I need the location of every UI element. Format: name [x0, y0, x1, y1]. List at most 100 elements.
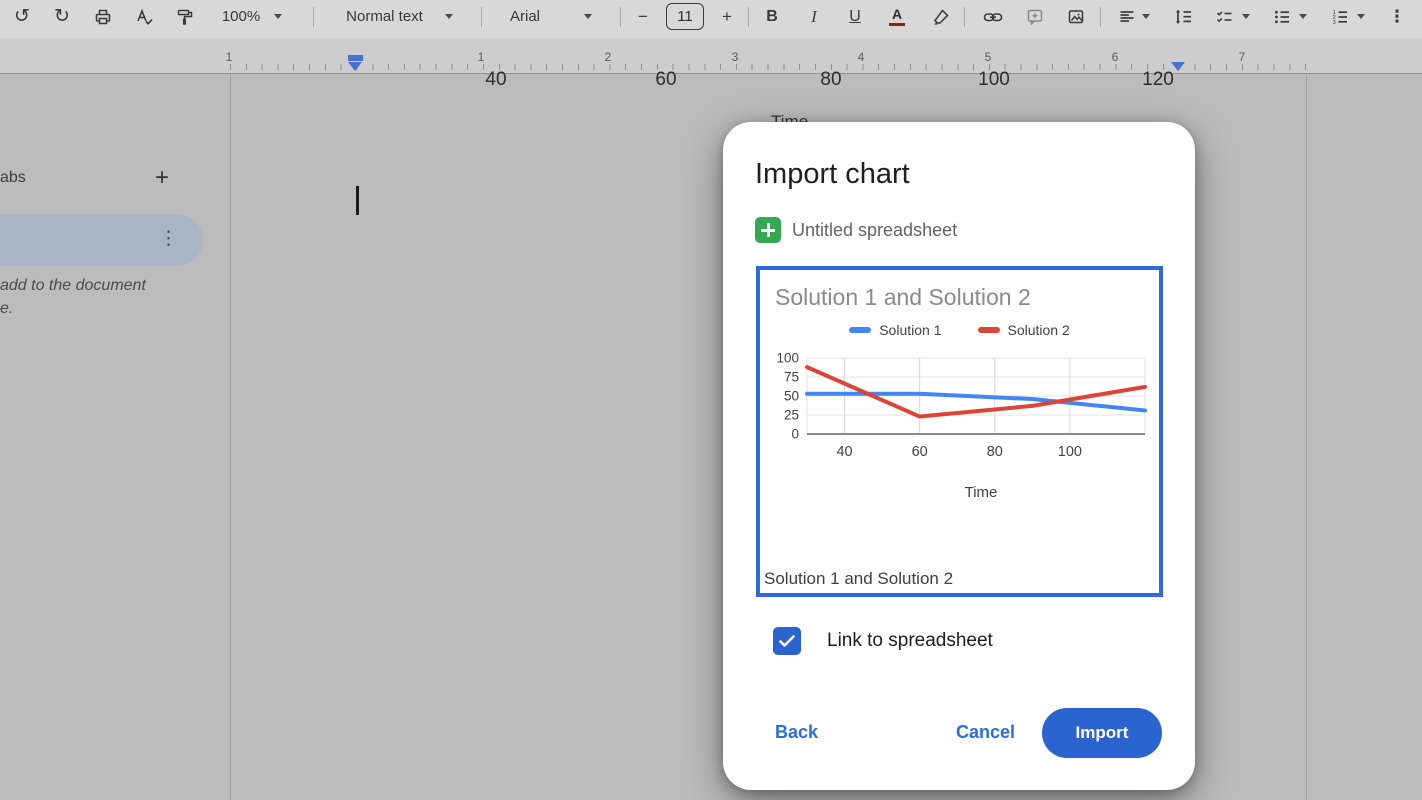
legend-label: Solution 2 [1008, 322, 1070, 338]
background-chart-x-label: 60 [655, 69, 676, 91]
legend-item: Solution 1 [849, 322, 941, 338]
tabs-panel-heading: abs [0, 169, 26, 187]
ruler-number: 2 [605, 50, 612, 64]
toolbar-separator [313, 7, 314, 27]
text-color-swatch [889, 23, 905, 27]
google-sheets-icon [755, 217, 781, 243]
chevron-down-icon [1357, 14, 1365, 19]
chart-plot: 0 25 50 75 100 40 60 80 100 Time [760, 270, 1159, 593]
ruler-number: 5 [985, 50, 992, 64]
svg-text:25: 25 [784, 408, 799, 423]
chart-legend: Solution 1 Solution 2 [760, 322, 1159, 338]
cancel-button[interactable]: Cancel [956, 722, 1015, 743]
page-left-edge [230, 75, 231, 800]
spreadsheet-name: Untitled spreadsheet [792, 220, 957, 241]
legend-swatch [849, 327, 871, 333]
first-line-indent-marker[interactable] [348, 55, 363, 61]
background-chart-x-label: 120 [1142, 69, 1174, 91]
svg-text:80: 80 [987, 444, 1003, 460]
import-chart-dialog: Import chart Untitled spreadsheet 0 25 50 7… [723, 122, 1195, 790]
tabs-hint-text: add to the document [0, 277, 146, 295]
toolbar-separator [620, 7, 621, 27]
background-chart-x-label: 80 [820, 69, 841, 91]
legend-label: Solution 1 [879, 322, 941, 338]
checklist-select[interactable] [1208, 0, 1256, 33]
source-spreadsheet-row: Untitled spreadsheet [755, 217, 957, 243]
undo-icon[interactable]: ↺ [8, 0, 36, 33]
redo-icon[interactable]: ↻ [48, 0, 76, 33]
ruler-number: 1 [478, 50, 485, 64]
left-indent-marker[interactable] [348, 62, 362, 71]
legend-swatch [978, 327, 1000, 333]
text-cursor [356, 186, 359, 215]
chevron-down-icon [1299, 14, 1307, 19]
toolbar-separator [1100, 7, 1101, 27]
google-docs-window: ↺ ↻ 100% Normal text Arial − 11 + B [0, 0, 1422, 800]
horizontal-ruler: 1 1 2 3 4 5 6 7 [0, 38, 1422, 74]
bold-button[interactable]: B [758, 0, 786, 33]
link-checkbox-row: Link to spreadsheet [773, 627, 993, 655]
insert-image-icon[interactable] [1062, 0, 1090, 33]
toolbar-separator [481, 7, 482, 27]
add-comment-icon[interactable] [1021, 0, 1049, 33]
line-spacing-icon[interactable] [1168, 0, 1198, 33]
toolbar-separator [964, 7, 965, 27]
font-select[interactable]: Arial [495, 0, 607, 33]
document-canvas[interactable] [0, 75, 1422, 800]
numbered-list-select[interactable]: 123 [1324, 0, 1372, 33]
svg-text:40: 40 [836, 444, 852, 460]
svg-text:60: 60 [912, 444, 928, 460]
tab-options-kebab-icon[interactable]: ⋮ [159, 227, 178, 250]
insert-link-icon[interactable] [978, 0, 1008, 33]
docs-toolbar: ↺ ↻ 100% Normal text Arial − 11 + B [0, 0, 1422, 38]
svg-text:50: 50 [784, 389, 799, 404]
background-chart-x-label: 100 [978, 69, 1010, 91]
paragraph-style-select[interactable]: Normal text [327, 0, 472, 33]
ruler-number: 3 [732, 50, 739, 64]
link-to-spreadsheet-checkbox[interactable] [773, 627, 801, 655]
chevron-down-icon [274, 14, 282, 19]
zoom-select[interactable]: 100% [212, 0, 292, 33]
checkmark-icon [777, 631, 797, 651]
svg-text:100: 100 [776, 351, 799, 366]
back-button[interactable]: Back [775, 722, 818, 743]
ruler-number: 1 [226, 50, 233, 64]
spellcheck-icon[interactable] [130, 0, 158, 33]
ruler-number: 4 [858, 50, 865, 64]
svg-text:75: 75 [784, 370, 799, 385]
chart-preview-selected[interactable]: 0 25 50 75 100 40 60 80 100 Time Solution 1 and S… [756, 266, 1163, 597]
underline-button[interactable]: U [841, 0, 869, 33]
italic-button[interactable]: I [800, 0, 828, 33]
svg-text:0: 0 [791, 427, 799, 442]
page-right-edge [1306, 75, 1307, 800]
zoom-value: 100% [222, 8, 260, 25]
increase-font-size-button[interactable]: + [714, 0, 740, 33]
add-tab-button[interactable]: + [155, 164, 169, 192]
tabs-hint-text: e. [0, 300, 13, 318]
more-options-icon[interactable]: ⋮ [1384, 0, 1410, 33]
highlight-color-icon[interactable] [927, 0, 955, 33]
text-color-button[interactable]: A [883, 0, 911, 33]
font-size-input[interactable]: 11 [666, 3, 704, 30]
paint-format-icon[interactable] [171, 0, 199, 33]
chart-caption: Solution 1 and Solution 2 [764, 569, 953, 589]
align-select[interactable] [1112, 0, 1156, 33]
print-icon[interactable] [89, 0, 117, 33]
svg-text:Time: Time [965, 484, 998, 501]
checkbox-label: Link to spreadsheet [827, 630, 993, 652]
legend-item: Solution 2 [978, 322, 1070, 338]
chevron-down-icon [445, 14, 453, 19]
import-button[interactable]: Import [1042, 708, 1162, 758]
svg-text:100: 100 [1058, 444, 1082, 460]
svg-text:3: 3 [1333, 19, 1336, 25]
bulleted-list-select[interactable] [1266, 0, 1314, 33]
dialog-title: Import chart [755, 158, 910, 191]
chart-title: Solution 1 and Solution 2 [775, 284, 1031, 311]
ruler-number: 7 [1239, 50, 1246, 64]
ruler-number: 6 [1112, 50, 1119, 64]
chevron-down-icon [1142, 14, 1150, 19]
style-value: Normal text [346, 8, 423, 25]
decrease-font-size-button[interactable]: − [630, 0, 656, 33]
background-chart-x-label: 40 [485, 69, 506, 91]
chevron-down-icon [584, 14, 592, 19]
